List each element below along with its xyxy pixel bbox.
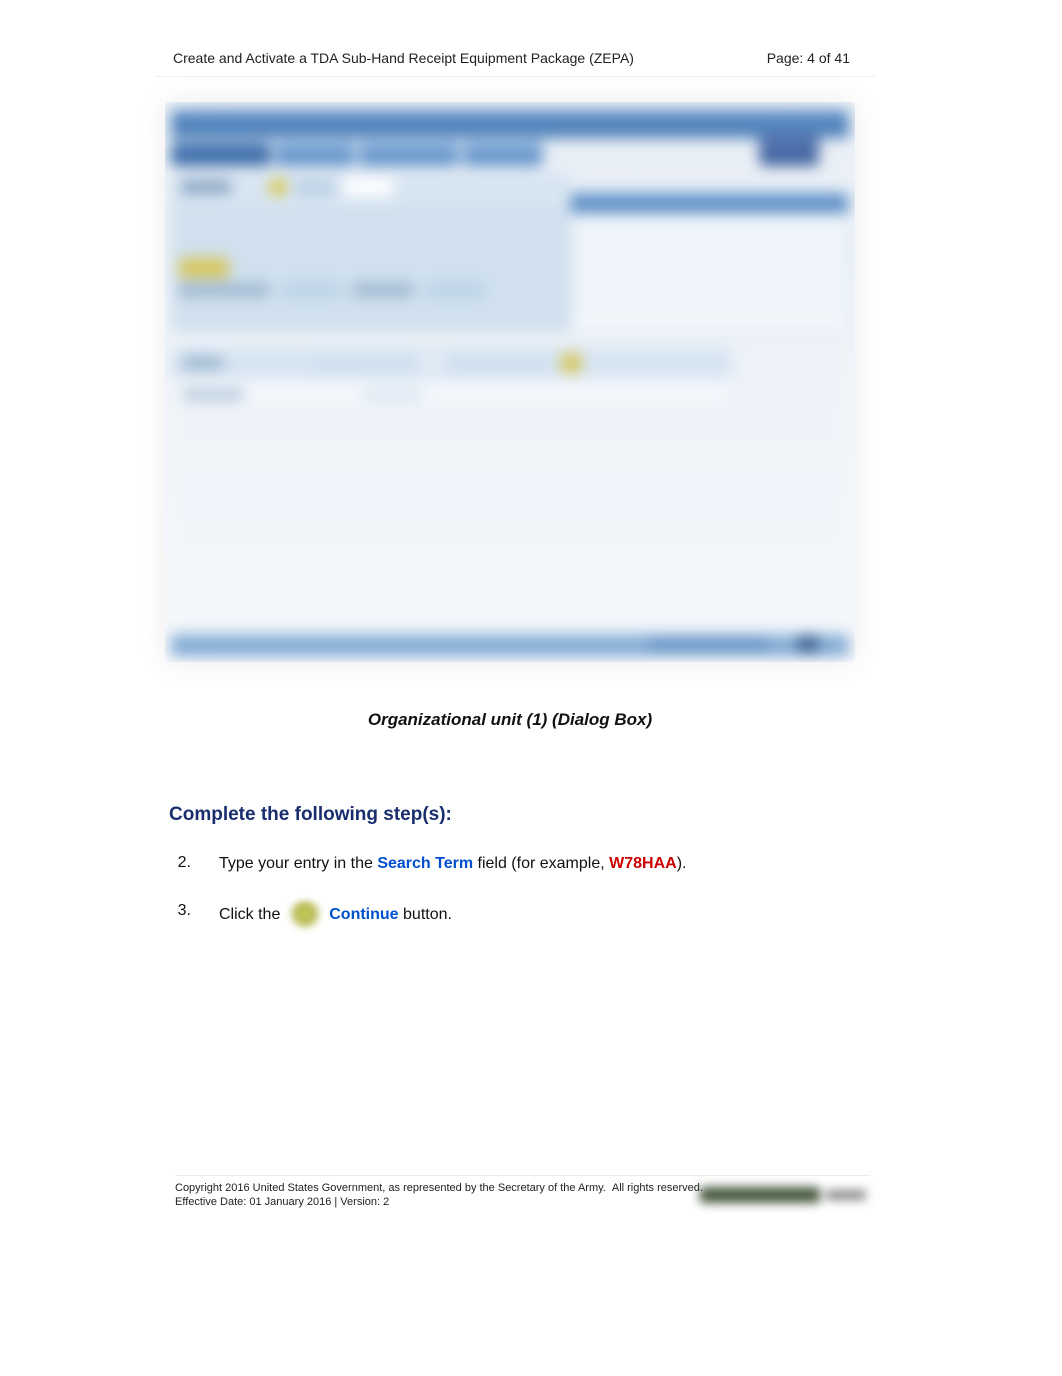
result-row (171, 382, 731, 408)
tab-row (171, 142, 849, 172)
steps-list: 2. Type your entry in the Search Term fi… (173, 852, 875, 930)
filter-input (313, 354, 413, 372)
document-title: Create and Activate a TDA Sub-Hand Recei… (173, 50, 750, 66)
status-text (649, 638, 769, 650)
filter-row (171, 348, 731, 378)
button-name: Continue (329, 906, 398, 923)
toolbar-icon (269, 178, 287, 196)
step-number: 2. (173, 852, 191, 872)
toolbar-input (343, 178, 393, 196)
footer-logo-blurred (700, 1182, 870, 1208)
footer-logo-main (700, 1187, 820, 1203)
step-number: 3. (173, 900, 191, 920)
figure-caption: Organizational unit (1) (Dialog Box) (165, 710, 855, 730)
footer-logo (700, 1182, 870, 1208)
document-page: Create and Activate a TDA Sub-Hand Recei… (155, 40, 875, 954)
steps-heading: Complete the following step(s): (169, 804, 875, 826)
tab (463, 142, 543, 166)
filter-input (451, 354, 551, 372)
field-label (179, 283, 269, 297)
field-label (353, 283, 413, 297)
page-footer: Copyright 2016 United States Government,… (175, 1175, 870, 1208)
dialog-box (570, 192, 849, 332)
embedded-screenshot (165, 102, 855, 662)
step-text-post: ). (677, 855, 687, 872)
result-value (363, 388, 423, 402)
step-text-pre: Type your entry in the (219, 855, 377, 872)
form-row (179, 282, 485, 298)
status-icon (797, 636, 819, 652)
toolbar (171, 174, 571, 200)
tab-active (171, 142, 271, 166)
multi-select-icon (561, 353, 581, 373)
step-text-pre: Click the (219, 906, 285, 923)
copyright-text: Copyright 2016 United States Government,… (175, 1182, 606, 1194)
page-header: Create and Activate a TDA Sub-Hand Recei… (155, 40, 875, 77)
result-label (183, 389, 243, 401)
step-text: Click the Continue button. (219, 900, 452, 930)
app-titlebar (171, 110, 849, 138)
toolbar-button (295, 178, 335, 196)
continue-icon-glyph (287, 900, 323, 930)
dialog-titlebar (571, 193, 848, 213)
field-name: Search Term (377, 855, 473, 872)
field-input (281, 282, 341, 298)
page-number: Page: 4 of 41 (750, 50, 870, 66)
section-label (179, 258, 229, 278)
tab (359, 142, 459, 166)
filter-label (183, 356, 223, 370)
continue-icon (287, 900, 323, 930)
toolbar-label (181, 180, 231, 194)
dialog-body (571, 213, 848, 318)
field-example: W78HAA (609, 855, 677, 872)
to-label (423, 354, 441, 372)
logo-block (759, 132, 819, 166)
screenshot-content-blurred (165, 102, 855, 662)
footer-logo-sub (826, 1190, 866, 1200)
step-3: 3. Click the Continue button. (173, 900, 875, 930)
step-2: 2. Type your entry in the Search Term fi… (173, 852, 875, 876)
step-text: Type your entry in the Search Term field… (219, 852, 686, 876)
step-text-mid: field (for example, (473, 855, 609, 872)
tab (275, 142, 355, 166)
field-input (425, 282, 485, 298)
step-text-post: button. (399, 906, 452, 923)
rights-text: All rights reserved. (612, 1182, 703, 1194)
status-bar (171, 634, 849, 656)
form-panel (171, 202, 571, 332)
